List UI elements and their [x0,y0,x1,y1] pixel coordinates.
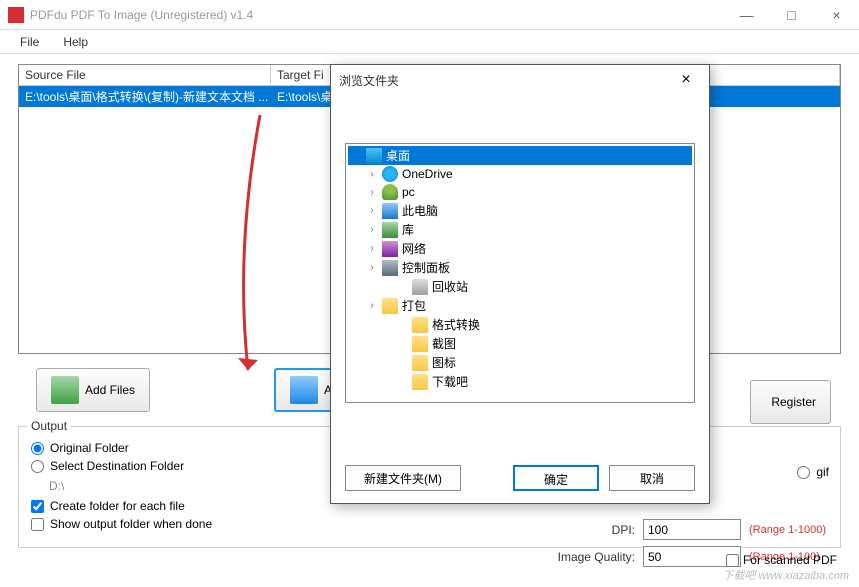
window-controls: — □ × [724,0,859,30]
expander-icon[interactable]: › [366,169,378,180]
tree-item[interactable]: › OneDrive [348,165,692,183]
net-icon [382,241,398,257]
tree-item[interactable]: 桌面 [348,146,692,165]
add-files-icon [51,376,79,404]
tree-item-label: pc [402,185,415,199]
lib-icon [382,222,398,238]
check-scanned-input[interactable] [726,554,739,567]
ctrl-icon [382,260,398,276]
tree-item[interactable]: 图标 [348,353,692,372]
folder-icon [412,355,428,371]
dialog-close-button[interactable]: × [671,65,701,95]
quality-label: Image Quality: [558,550,635,564]
folder-icon [412,374,428,390]
radio-dest-input[interactable] [31,460,44,473]
menu-file[interactable]: File [10,33,49,51]
tree-item[interactable]: › 打包 [348,296,692,315]
folder-icon [412,317,428,333]
tree-item-label: 格式转换 [432,316,480,333]
tree-item-label: 桌面 [386,147,410,164]
tree-item[interactable]: 回收站 [348,277,692,296]
desktop-icon [366,148,382,164]
dialog-title: 浏览文件夹 [339,72,671,89]
radio-dest-label: Select Destination Folder [50,459,184,473]
trash-icon [412,279,428,295]
add-files-label: Add Files [85,383,135,397]
dialog-buttons: 新建文件夹(M) 确定 取消 [331,453,709,503]
radio-gif-input[interactable] [797,466,810,479]
radio-original-input[interactable] [31,442,44,455]
check-scanned[interactable]: For scanned PDF [726,553,837,567]
dpi-range: (Range 1-1000) [749,524,839,536]
folder-icon [412,336,428,352]
menu-help[interactable]: Help [53,33,98,51]
tree-item-label: OneDrive [402,167,453,181]
new-folder-button[interactable]: 新建文件夹(M) [345,465,461,491]
window-title: PDFdu PDF To Image (Unregistered) v1.4 [30,8,724,22]
tree-item-label: 回收站 [432,278,468,295]
pc-icon [382,203,398,219]
tree-item-label: 库 [402,221,414,238]
watermark: 下载吧 www.xiazaiba.com [722,567,849,583]
menubar: File Help [0,30,859,54]
tree-item[interactable]: 格式转换 [348,315,692,334]
expander-icon[interactable]: › [366,300,378,311]
user-icon [382,184,398,200]
cell-source: E:\tools\桌面\格式转换\(复制)-新建文本文档 ... [19,86,271,107]
tree-item[interactable]: › pc [348,183,692,201]
register-label: Register [771,395,816,409]
add-folder-icon [290,376,318,404]
dialog-body: 桌面›OneDrive›pc›此电脑›库›网络›控制面板回收站›打包格式转换截图… [331,95,709,453]
check-show-label: Show output folder when done [50,517,212,531]
tree-item-label: 下载吧 [432,373,468,390]
ok-button[interactable]: 确定 [513,465,599,491]
tree-item[interactable]: 下载吧 [348,372,692,391]
dialog-titlebar: 浏览文件夹 × [331,65,709,95]
dpi-input[interactable] [643,519,741,540]
check-show-input[interactable] [31,518,44,531]
expander-icon[interactable]: › [366,243,378,254]
tree-item[interactable]: › 网络 [348,239,692,258]
radio-gif-label: gif [816,465,829,479]
expander-icon[interactable]: › [366,262,378,273]
browse-dialog: 浏览文件夹 × 桌面›OneDrive›pc›此电脑›库›网络›控制面板回收站›… [330,64,710,504]
register-button[interactable]: Register [750,380,831,424]
titlebar: PDFdu PDF To Image (Unregistered) v1.4 —… [0,0,859,30]
tree-item-label: 截图 [432,335,456,352]
radio-original-label: Original Folder [50,441,129,455]
tree-item-label: 网络 [402,240,426,257]
tree-item[interactable]: 截图 [348,334,692,353]
tree-item-label: 此电脑 [402,202,438,219]
expander-icon[interactable]: › [366,187,378,198]
radio-gif[interactable]: gif [797,465,829,479]
dpi-label: DPI: [612,523,635,537]
maximize-button[interactable]: □ [769,0,814,30]
tree-item[interactable]: ›库 [348,220,692,239]
onedrive-icon [382,166,398,182]
check-scanned-label: For scanned PDF [743,553,837,567]
folder-tree[interactable]: 桌面›OneDrive›pc›此电脑›库›网络›控制面板回收站›打包格式转换截图… [345,143,695,403]
check-create-input[interactable] [31,500,44,513]
tree-item[interactable]: › 此电脑 [348,201,692,220]
tree-item-label: 打包 [402,297,426,314]
output-legend: Output [27,419,71,433]
tree-item[interactable]: › 控制面板 [348,258,692,277]
add-files-button[interactable]: Add Files [36,368,150,412]
tree-item-label: 图标 [432,354,456,371]
minimize-button[interactable]: — [724,0,769,30]
expander-icon[interactable]: › [366,224,378,235]
app-icon [8,7,24,23]
check-create-label: Create folder for each file [50,499,185,513]
tree-item-label: 控制面板 [402,259,450,276]
expander-icon[interactable]: › [366,205,378,216]
col-source[interactable]: Source File [19,65,271,85]
folder-icon [382,298,398,314]
dpi-row: DPI: (Range 1-1000) [558,519,839,540]
cancel-button[interactable]: 取消 [609,465,695,491]
close-button[interactable]: × [814,0,859,30]
